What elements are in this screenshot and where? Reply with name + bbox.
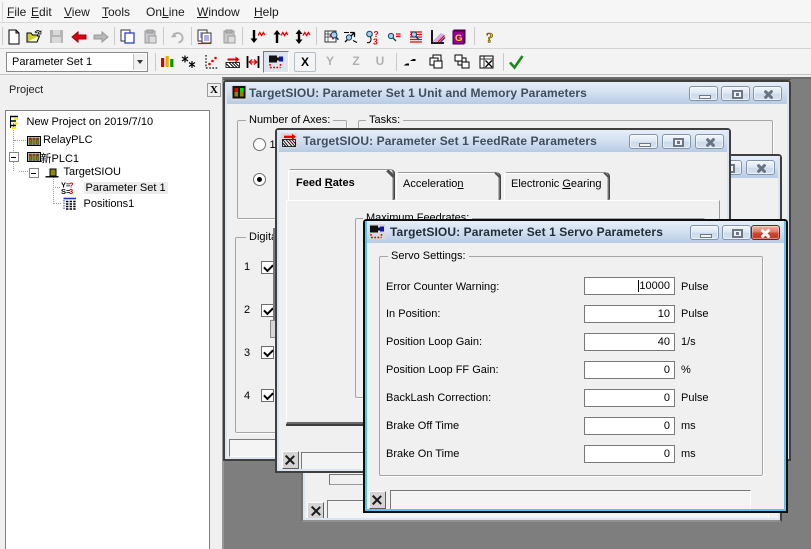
svg-text:G: G (455, 33, 462, 44)
svg-text:3: 3 (69, 187, 73, 194)
svg-text:?: ? (486, 31, 494, 46)
svg-text:3: 3 (373, 37, 378, 46)
